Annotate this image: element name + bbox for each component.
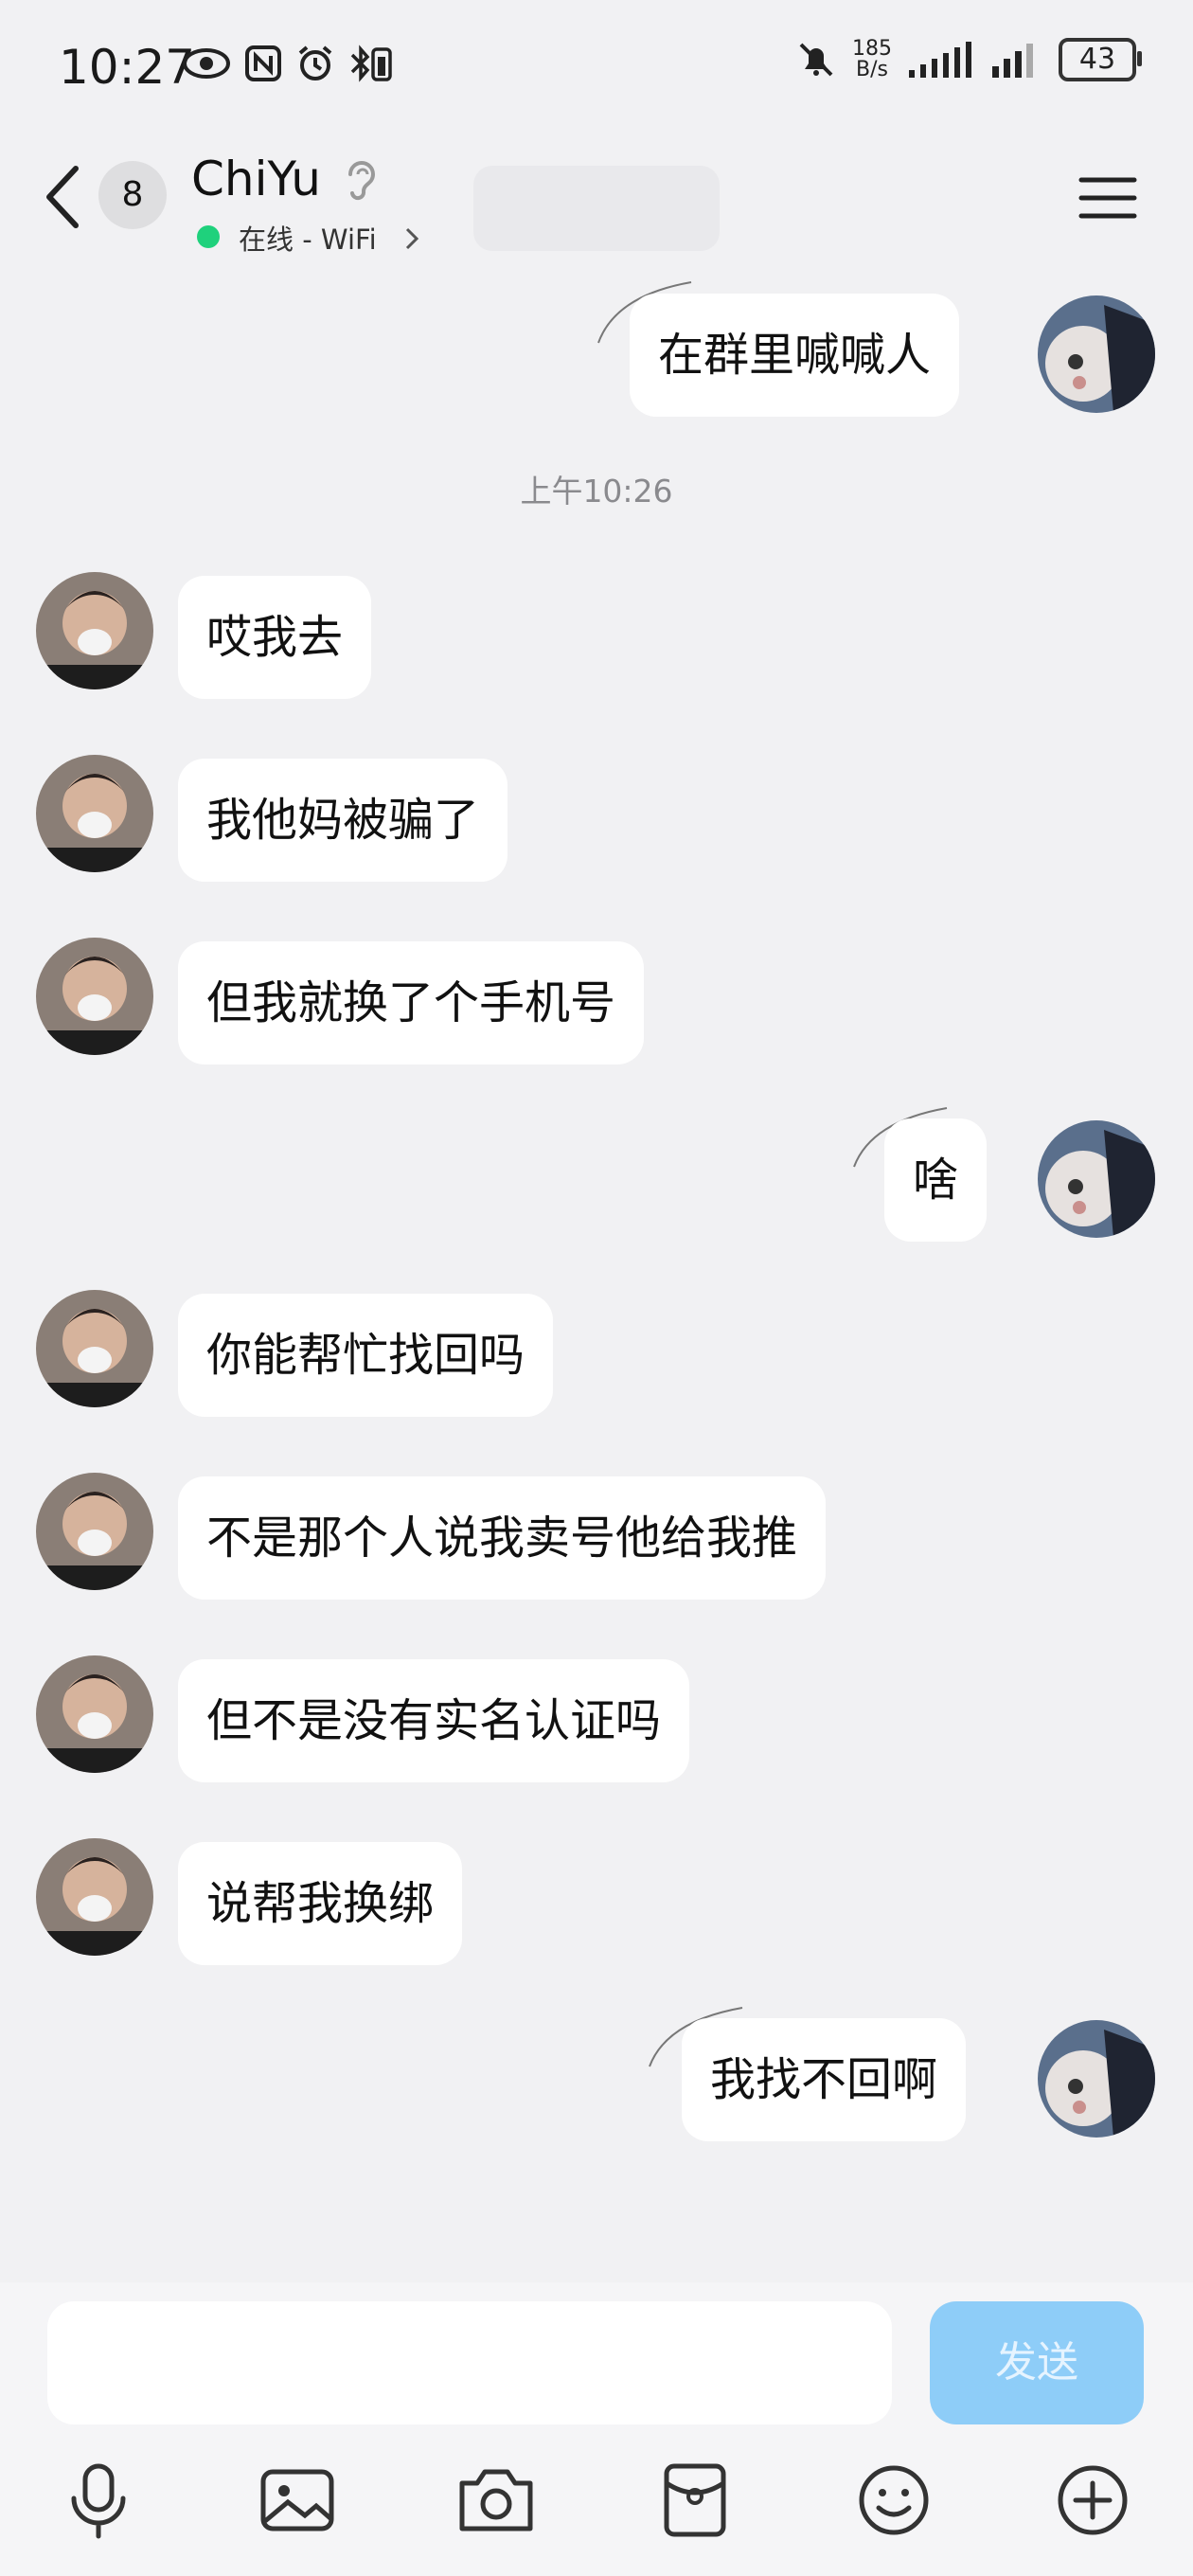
message-bubble-received[interactable]: 我他妈被骗了 — [178, 759, 508, 882]
signal-icon-2 — [992, 44, 1033, 78]
emoji-icon[interactable] — [854, 2460, 934, 2540]
online-status[interactable]: 在线 - WiFi — [239, 218, 377, 258]
bluetooth-battery-icon — [350, 45, 392, 82]
microphone-icon[interactable] — [59, 2460, 138, 2540]
message-bubble-sent[interactable]: 在群里喊喊人 — [630, 294, 960, 417]
message-bubble-received[interactable]: 你能帮忙找回吗 — [178, 1294, 554, 1417]
red-packet-icon[interactable] — [655, 2460, 735, 2540]
battery-indicator: 43 — [1059, 38, 1142, 81]
status-right-icons: 185 B/s 43 — [795, 37, 1142, 81]
status-left-icons — [182, 44, 394, 83]
message-bubble-sent[interactable]: 我找不回啊 — [682, 2018, 967, 2141]
contact-avatar[interactable] — [36, 1290, 153, 1407]
contact-avatar[interactable] — [36, 1655, 153, 1773]
message-bubble-sent[interactable]: 啥 — [884, 1118, 988, 1242]
nfc-icon — [245, 45, 281, 81]
back-arrow-icon[interactable] — [42, 163, 83, 231]
eye-icon — [183, 48, 230, 79]
message-timestamp: 上午10:26 — [520, 473, 673, 510]
contact-avatar[interactable] — [36, 572, 153, 689]
contact-avatar[interactable] — [36, 1838, 153, 1956]
ear-icon[interactable] — [343, 157, 381, 201]
image-icon[interactable] — [258, 2460, 337, 2540]
message-bubble-received[interactable]: 但不是没有实名认证吗 — [178, 1659, 690, 1782]
blurred-area — [473, 166, 720, 251]
status-time: 10:27 — [59, 40, 196, 95]
message-bubble-received[interactable]: 说帮我换绑 — [178, 1842, 463, 1965]
message-bubble-received[interactable]: 哎我去 — [178, 576, 372, 699]
my-avatar[interactable] — [1038, 2020, 1155, 2138]
message-bubble-received[interactable]: 不是那个人说我卖号他给我推 — [178, 1476, 827, 1600]
contact-avatar[interactable] — [36, 1473, 153, 1590]
contact-name[interactable]: ChiYu — [191, 152, 321, 206]
unread-count-badge[interactable]: 8 — [98, 161, 167, 229]
camera-icon[interactable] — [456, 2460, 536, 2540]
message-bubble-received[interactable]: 但我就换了个手机号 — [178, 941, 645, 1064]
network-speed: 185 B/s — [852, 37, 892, 81]
plus-icon[interactable] — [1053, 2460, 1132, 2540]
message-input[interactable] — [47, 2301, 892, 2424]
alarm-icon — [298, 45, 332, 80]
mute-bell-icon — [799, 43, 833, 77]
contact-avatar[interactable] — [36, 755, 153, 872]
online-dot — [197, 225, 220, 248]
signal-icon-1 — [909, 42, 971, 78]
my-avatar[interactable] — [1038, 295, 1155, 413]
my-avatar[interactable] — [1038, 1120, 1155, 1238]
contact-avatar[interactable] — [36, 938, 153, 1055]
menu-icon[interactable] — [1077, 174, 1138, 222]
chevron-right-icon[interactable] — [403, 225, 420, 252]
send-button[interactable]: 发送 — [930, 2301, 1144, 2424]
